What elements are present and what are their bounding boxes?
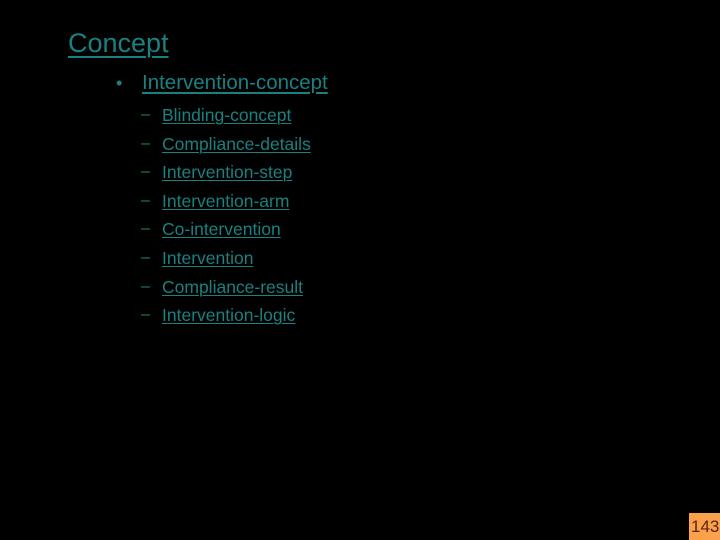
outline-level2-item: • Intervention-concept: [0, 68, 720, 98]
list-item: – Compliance-result: [0, 273, 720, 302]
slide-title-container: Concept: [68, 28, 668, 58]
list-item-label: Compliance-result: [162, 276, 304, 297]
en-dash-icon: –: [141, 248, 150, 266]
en-dash-icon: –: [141, 191, 150, 209]
en-dash-icon: –: [141, 134, 150, 152]
en-dash-icon: –: [141, 220, 150, 238]
en-dash-icon: –: [141, 163, 150, 181]
en-dash-icon: –: [141, 106, 150, 123]
list-item: – Compliance-details: [0, 130, 720, 159]
en-dash-icon: –: [141, 277, 150, 295]
list-item-label: Intervention-step: [162, 162, 293, 183]
page-title: Concept: [68, 28, 169, 58]
list-item: – Intervention: [0, 244, 720, 273]
page-number: 143: [689, 513, 720, 540]
en-dash-icon: –: [141, 306, 150, 324]
list-item-label: Co-intervention: [162, 219, 281, 240]
presentation-slide: Concept • Intervention-concept – Blindin…: [0, 0, 720, 540]
list-item-label: Intervention-arm: [162, 190, 290, 211]
list-item: – Co-intervention: [0, 215, 720, 244]
bullet-dot-icon: •: [116, 73, 123, 93]
list-item: – Intervention-arm: [0, 187, 720, 216]
slide-body-outline: • Intervention-concept – Blinding-concep…: [0, 68, 720, 327]
outline-level2-label: Intervention-concept: [142, 71, 328, 94]
list-item: – Intervention-logic: [0, 301, 720, 330]
list-item-label: Compliance-details: [162, 133, 311, 154]
outline-level3-list: – Blinding-concept – Compliance-details …: [0, 101, 720, 330]
list-item-label: Intervention-logic: [162, 305, 296, 326]
list-item: – Blinding-concept: [0, 101, 720, 130]
list-item-label: Blinding-concept: [162, 105, 292, 125]
list-item: – Intervention-step: [0, 158, 720, 187]
list-item-label: Intervention: [162, 247, 254, 268]
